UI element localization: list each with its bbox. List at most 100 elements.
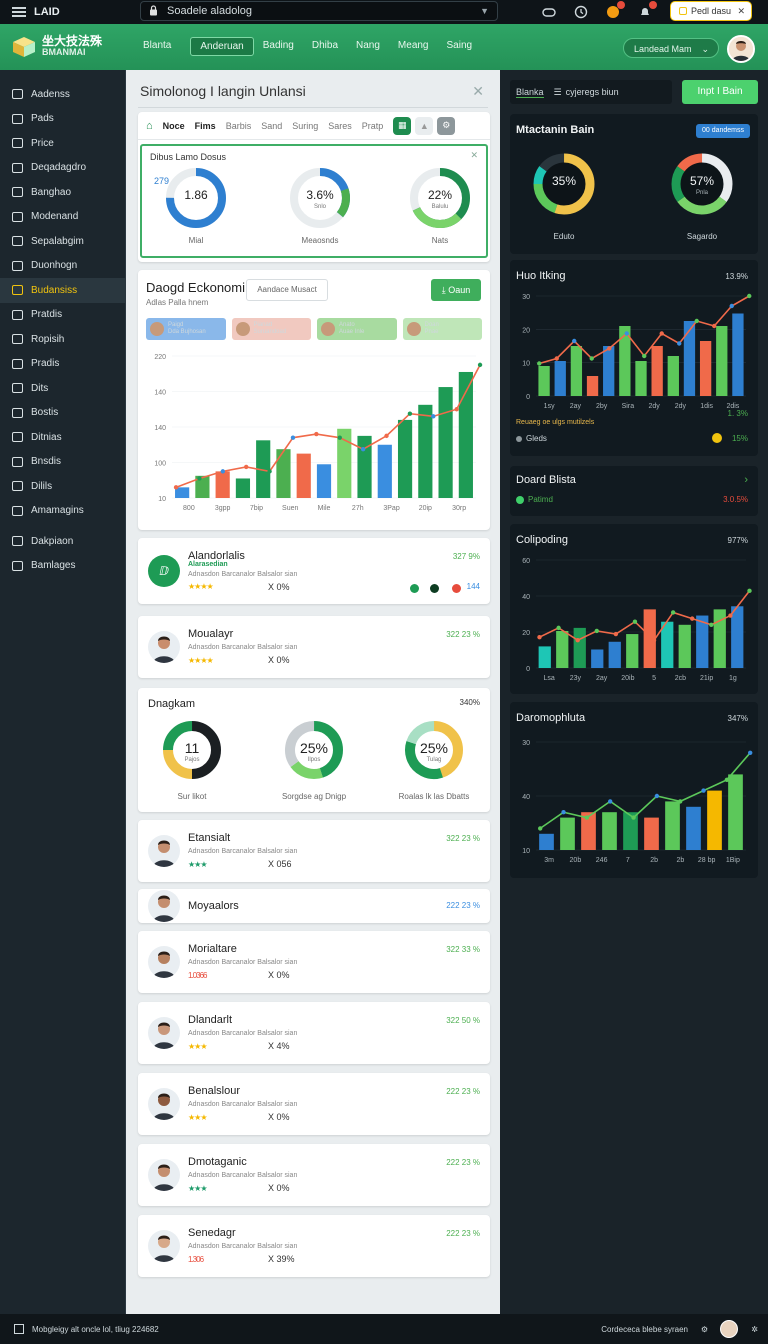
tag-icon <box>12 138 23 149</box>
settings-icon[interactable]: ✲ <box>751 1325 758 1334</box>
subtab-noce[interactable]: Noce <box>163 121 185 131</box>
sidebar-item-19[interactable]: Dakpiaon <box>0 529 125 554</box>
sidebar-item-label: Modenand <box>31 211 79 223</box>
subtab-fims[interactable]: Fims <box>195 121 216 131</box>
list-item[interactable]: Dlandarlt Adnasdon Barcanalor Balsalor si… <box>138 1002 490 1064</box>
bar <box>397 419 413 498</box>
person-value: X 056 <box>268 859 292 869</box>
settings-icon[interactable]: ⚙ <box>437 116 456 135</box>
badge-text: 00 dandemss <box>701 127 744 134</box>
x-tick-label: 23y <box>570 675 582 682</box>
sidebar-item-9[interactable]: Budansiss <box>0 278 125 303</box>
tab-blanta[interactable]: Blanta <box>134 37 180 56</box>
board-card[interactable]: Doard Blista › Patimd 3.0.5% <box>510 466 758 516</box>
chevron-down-icon[interactable]: ▼ <box>480 2 489 20</box>
line-point <box>642 353 647 359</box>
address-bar[interactable]: Soadele aladolog ▼ <box>140 1 498 21</box>
status-dot-icon[interactable] <box>430 584 439 593</box>
list-item[interactable]: Senedagr Adnasdon Barcanalor Balsalor sia… <box>138 1215 490 1277</box>
menu-icon[interactable] <box>12 7 26 17</box>
avatar[interactable] <box>720 1320 738 1338</box>
line-point <box>594 628 599 634</box>
user-select[interactable]: Landead Mam ⌄ <box>623 38 719 58</box>
image-icon[interactable]: ▲ <box>415 116 434 135</box>
grid-icon[interactable]: ▦ <box>393 116 412 135</box>
subtab-barbis[interactable]: Barbis <box>226 121 252 131</box>
sidebar-item-10[interactable]: Pratdis <box>0 303 125 328</box>
list-icon[interactable]: ☰ <box>554 87 562 98</box>
subtab-pratp[interactable]: Pratp <box>362 121 384 131</box>
list-item[interactable]: Moyaalors 222 23 % <box>138 889 490 923</box>
chevron-right-icon[interactable]: › <box>744 474 748 486</box>
tab-saing[interactable]: Saing <box>438 37 482 56</box>
chart-action-button[interactable]: ⤓ Oaun <box>431 279 481 301</box>
sidebar-item-14[interactable]: Bostis <box>0 401 125 426</box>
subtab-suring[interactable]: Suring <box>292 121 318 131</box>
sidebar-item-3[interactable]: Price <box>0 131 125 156</box>
sidebar-item-18[interactable]: Amamagins <box>0 499 125 524</box>
legend-chip[interactable]: Anato Auae Inle <box>317 318 397 340</box>
close-icon[interactable]: ✕ <box>737 6 745 17</box>
legend-chip[interactable]: Pianad Suruandoad <box>231 318 311 340</box>
input-bain-button[interactable]: Inpt I Bain <box>682 80 758 104</box>
x-tick-label: 2dy <box>648 403 660 410</box>
sidebar-item-17[interactable]: Dilils <box>0 474 125 499</box>
bar <box>665 801 680 850</box>
subtab-sand[interactable]: Sand <box>261 121 282 131</box>
tab-dhiba[interactable]: Dhiba <box>303 37 347 56</box>
home-icon[interactable]: ⌂ <box>146 120 153 132</box>
bar <box>215 471 230 498</box>
bell-icon[interactable] <box>636 1 657 21</box>
y-tick-label: 220 <box>154 354 166 361</box>
tab-nang[interactable]: Nang <box>347 37 389 56</box>
tab-anderuan[interactable]: Anderuan <box>190 37 254 56</box>
notification-icon[interactable] <box>604 1 625 21</box>
sidebar-item-7[interactable]: Sepalabgim <box>0 229 125 254</box>
sidebar-item-20[interactable]: Bamlages <box>0 554 125 579</box>
legend-chip[interactable]: Doan Pnae <box>402 318 482 340</box>
close-icon[interactable]: ✕ <box>470 150 478 161</box>
chart-filter-input[interactable]: Aandace Musact <box>246 279 328 301</box>
list-item[interactable]: Morialtare Adnasdon Barcanalor Balsalor s… <box>138 931 490 993</box>
sidebar-item-1[interactable]: Aadenss <box>0 82 125 107</box>
gear-icon[interactable]: ⚙ <box>701 1325 708 1334</box>
x-tick-label: 20ib <box>621 675 634 682</box>
list-item[interactable]: Moualayr Adnasdon Barcanalor Balsalor sia… <box>138 616 490 678</box>
sidebar-item-label: Sepalabgim <box>31 235 84 247</box>
sidebar-item-5[interactable]: Banghao <box>0 180 125 205</box>
sidebar-item-15[interactable]: Ditnias <box>0 425 125 450</box>
sidebar-item-13[interactable]: Dits <box>0 376 125 401</box>
tab-meang[interactable]: Meang <box>389 37 438 56</box>
tab-cyjeregs[interactable]: cyjeregs biun <box>566 87 619 97</box>
list-item[interactable]: Benalslour Adnasdon Barcanalor Balsalor s… <box>138 1073 490 1135</box>
sidebar-item-2[interactable]: Pads <box>0 107 125 132</box>
sidebar-item-11[interactable]: Ropisih <box>0 327 125 352</box>
bar <box>591 649 604 668</box>
grid-icon <box>12 383 23 394</box>
top-action-button[interactable]: Pedl dasu ✕ <box>670 1 752 21</box>
legend-chip[interactable]: Paigd Dda Bujhosan <box>146 318 226 340</box>
list-item[interactable]: Dmotaganic Adnasdon Barcanalor Balsalor s… <box>138 1144 490 1206</box>
sidebar-item-6[interactable]: Modenand <box>0 205 125 230</box>
status-dot-icon[interactable] <box>410 584 419 593</box>
avatar[interactable] <box>727 35 755 63</box>
list-item[interactable]: ⅅ Alandorlalis Alarasedian Adnasdon Barcana… <box>138 538 490 604</box>
tab-bading[interactable]: Bading <box>254 37 303 56</box>
right-gauge: 35% <box>532 152 596 216</box>
list-item[interactable]: Etansialt Adnasdon Barcanalor Balsalor si… <box>138 820 490 882</box>
sidebar-item-16[interactable]: Bnsdis <box>0 450 125 475</box>
close-icon[interactable]: ✕ <box>472 78 484 104</box>
gauge-value: 25% <box>299 740 329 756</box>
status-dot-icon[interactable] <box>452 584 461 593</box>
chip-line-1: Paigd <box>168 322 184 328</box>
person-value: X 0% <box>268 582 290 592</box>
sidebar-item-12[interactable]: Pradis <box>0 352 125 377</box>
avatar <box>148 631 180 663</box>
subtab-sares[interactable]: Sares <box>328 121 352 131</box>
tab-blanka[interactable]: Blanka <box>516 87 544 98</box>
sidebar-item-4[interactable]: Deqadagdro <box>0 156 125 181</box>
gamepad-icon[interactable] <box>540 3 558 21</box>
sidebar-item-8[interactable]: Duonhogn <box>0 254 125 279</box>
grid-icon[interactable] <box>14 1324 24 1334</box>
clock-icon[interactable] <box>572 3 590 21</box>
